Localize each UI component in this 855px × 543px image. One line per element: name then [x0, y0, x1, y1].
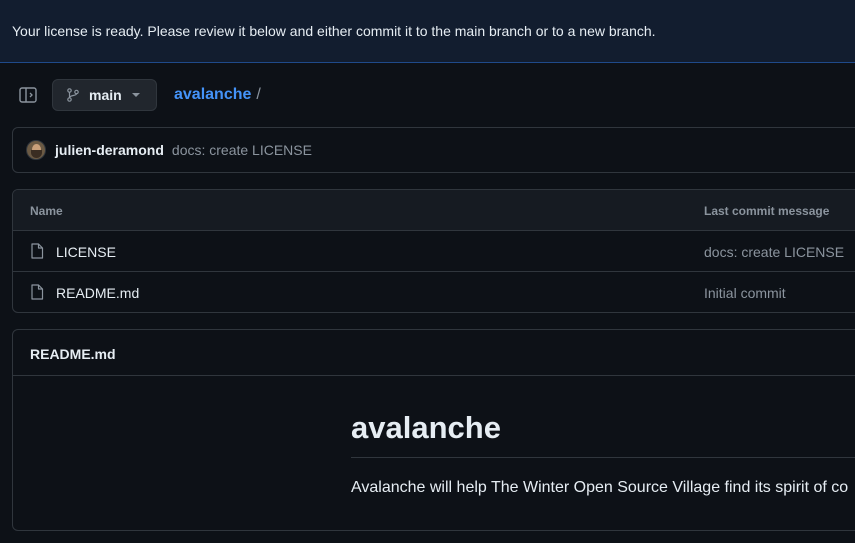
sidebar-toggle-icon-svg [19, 87, 37, 103]
table-row[interactable]: README.md Initial commit [13, 272, 855, 312]
readme-heading-divider [351, 457, 855, 458]
latest-commit-box: julien-deramond docs: create LICENSE [12, 127, 855, 173]
commit-author-link[interactable]: julien-deramond [55, 142, 164, 158]
chevron-down-icon [132, 93, 140, 97]
avatar-beard [31, 150, 42, 158]
file-commit-message-link[interactable]: Initial commit [704, 285, 786, 301]
sidebar-toggle-icon[interactable] [18, 86, 38, 104]
avatar[interactable] [26, 140, 46, 160]
file-commit-message-link[interactable]: docs: create LICENSE [704, 244, 844, 260]
file-table: Name Last commit message LICENSE docs: c… [12, 189, 855, 313]
column-header-last-commit: Last commit message [704, 204, 830, 218]
breadcrumb-repo-link[interactable]: avalanche [174, 86, 251, 103]
git-branch-icon [66, 88, 80, 102]
file-table-header: Name Last commit message [13, 190, 855, 231]
breadcrumb-separator: / [256, 86, 261, 103]
branch-label: main [89, 87, 122, 103]
flash-banner: Your license is ready. Please review it … [0, 0, 855, 63]
file-name-link[interactable]: README.md [56, 285, 139, 301]
readme-panel: README.md avalanche Avalanche will help … [12, 329, 855, 531]
readme-heading: avalanche [351, 410, 501, 445]
file-icon [30, 284, 44, 300]
readme-header: README.md [13, 330, 855, 376]
table-row[interactable]: LICENSE docs: create LICENSE [13, 231, 855, 272]
breadcrumb: avalanche / [174, 86, 261, 104]
readme-paragraph: Avalanche will help The Winter Open Sour… [351, 479, 849, 496]
repo-toolbar: main avalanche / [0, 64, 855, 126]
commit-message-link[interactable]: docs: create LICENSE [172, 142, 312, 158]
branch-selector-button[interactable]: main [52, 79, 157, 111]
file-name-link[interactable]: LICENSE [56, 244, 116, 260]
readme-title: README.md [30, 346, 116, 362]
file-icon [30, 243, 44, 259]
column-header-name: Name [30, 204, 63, 218]
flash-message: Your license is ready. Please review it … [12, 23, 656, 39]
